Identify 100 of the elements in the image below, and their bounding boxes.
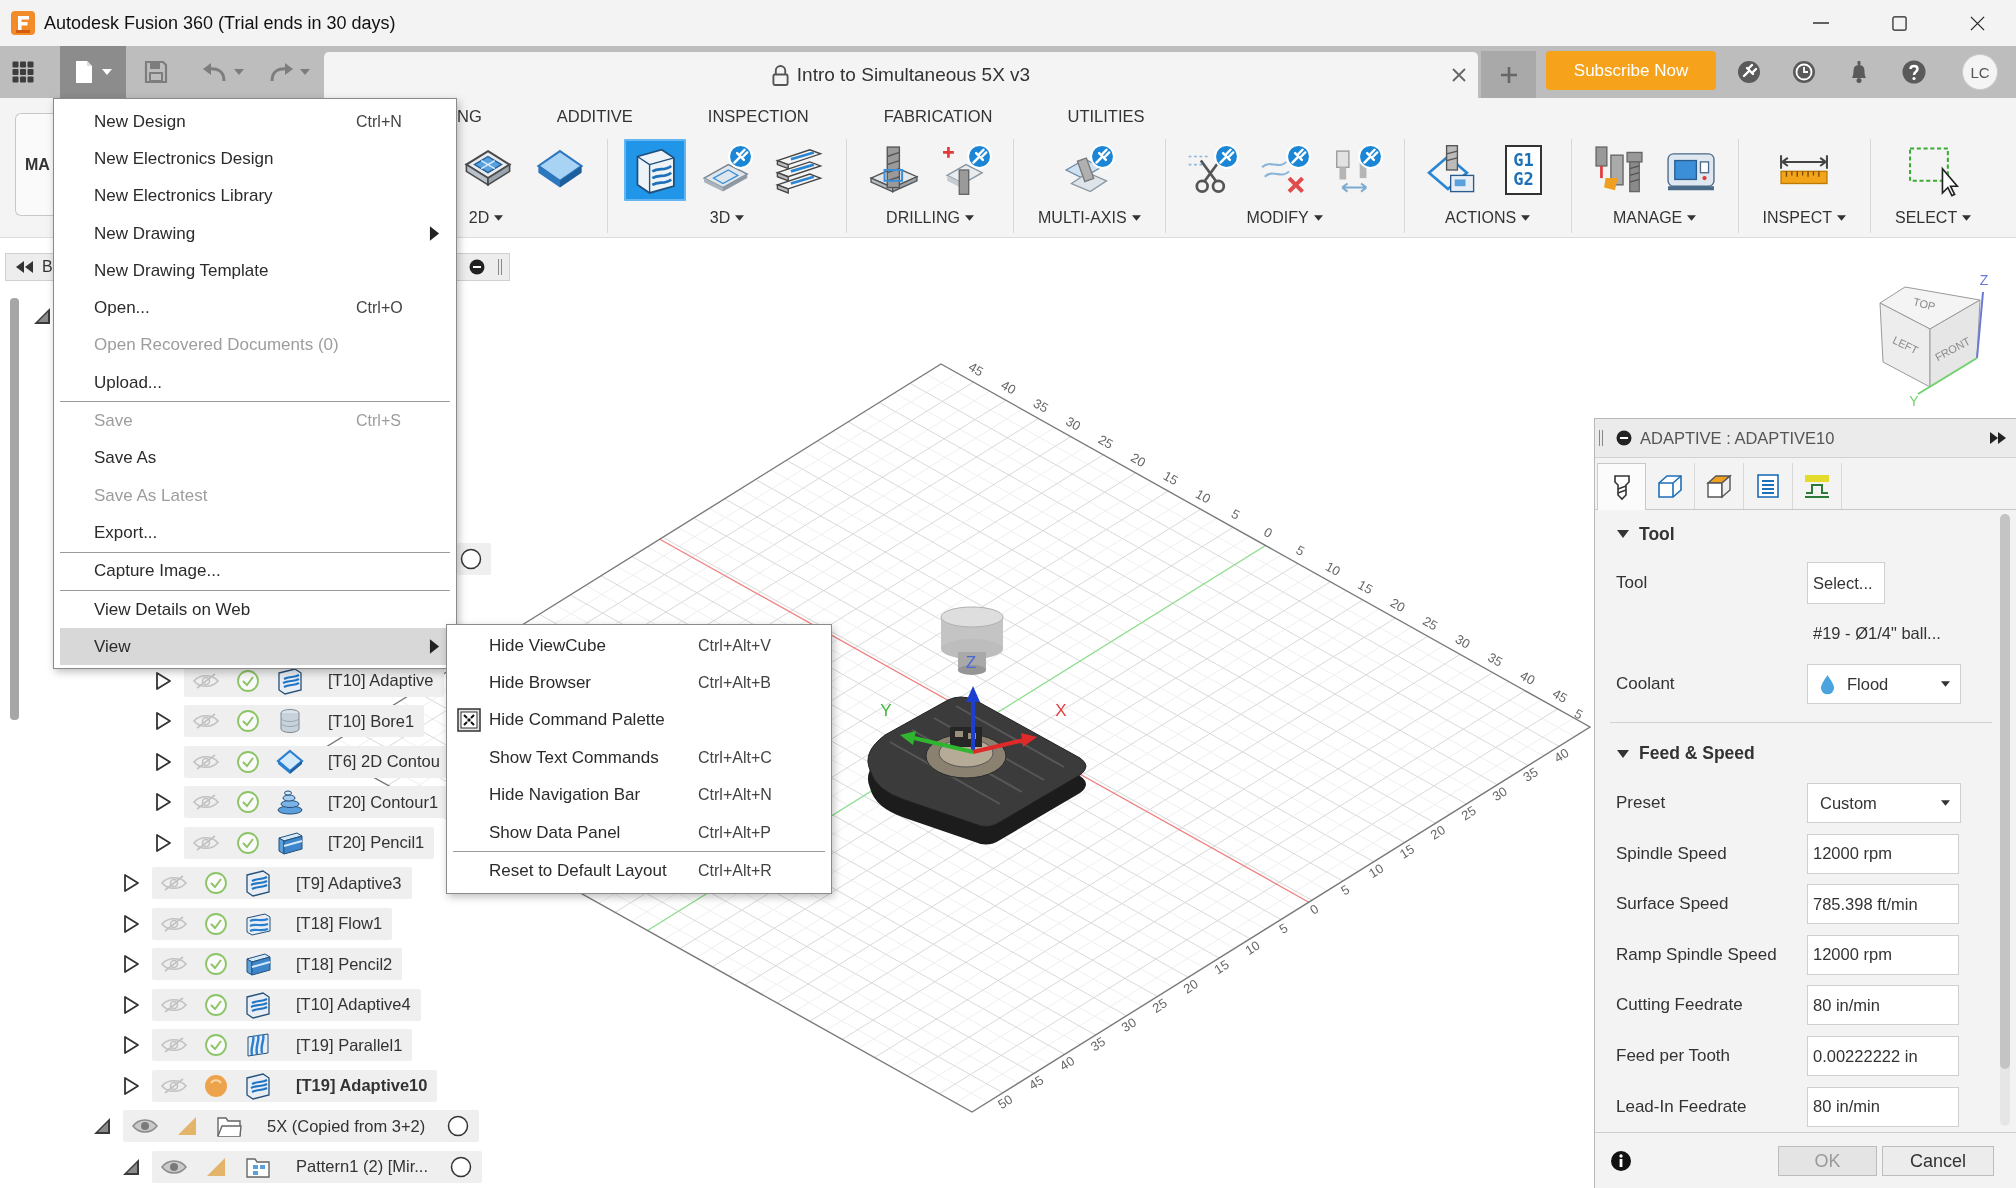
caret-icon bbox=[735, 215, 745, 221]
expanded-caret-icon[interactable] bbox=[1617, 748, 1629, 759]
input-field[interactable]: 785.398 ft/min bbox=[1807, 884, 1959, 925]
tree-row[interactable] bbox=[457, 543, 491, 576]
close-tab-button[interactable] bbox=[1450, 66, 1468, 84]
collapsed-triangle-icon[interactable] bbox=[121, 913, 141, 934]
grid-label: 5 bbox=[1338, 881, 1353, 899]
grip-icon[interactable] bbox=[1598, 429, 1604, 447]
group-dropdown[interactable]: 2D bbox=[460, 209, 512, 227]
group-dropdown[interactable]: ACTIONS bbox=[1437, 209, 1539, 227]
collapsed-triangle-icon[interactable] bbox=[121, 873, 141, 894]
info-icon[interactable] bbox=[1610, 1150, 1632, 1173]
scroll-bar[interactable] bbox=[2000, 514, 2010, 1069]
tree-row[interactable]: [T19] Adaptive10 bbox=[152, 1069, 438, 1102]
group-dropdown[interactable]: DRILLING bbox=[878, 209, 982, 227]
collapsed-triangle-icon[interactable] bbox=[153, 751, 173, 772]
dropdown[interactable]: Custom bbox=[1807, 783, 1961, 824]
dropdown[interactable]: Flood bbox=[1807, 664, 1961, 705]
menu-item[interactable]: New Electronics Design bbox=[60, 140, 450, 178]
group-dropdown[interactable]: MANAGE bbox=[1604, 209, 1705, 227]
file-button[interactable] bbox=[60, 46, 126, 98]
post-process-button[interactable]: G1 G2 bbox=[1492, 139, 1555, 201]
menu-item[interactable]: New Drawing bbox=[60, 214, 450, 253]
toolbar-tab[interactable]: UTILITIES bbox=[1067, 106, 1145, 126]
expanded-caret-icon[interactable] bbox=[1617, 529, 1629, 539]
view-cube[interactable] bbox=[1879, 286, 1984, 395]
menu-item[interactable]: Save As bbox=[60, 439, 450, 477]
tree-row[interactable]: [T19] Parallel1 bbox=[152, 1029, 413, 1062]
collapsed-triangle-icon[interactable] bbox=[153, 670, 173, 691]
group-dropdown[interactable]: MODIFY bbox=[1238, 209, 1331, 227]
tree-row[interactable]: Pattern1 (2) [Mir... bbox=[152, 1150, 483, 1183]
menu-item[interactable]: Upload... bbox=[60, 364, 450, 402]
minus-circle-icon[interactable] bbox=[1616, 430, 1632, 446]
collapsed-triangle-icon[interactable] bbox=[121, 994, 141, 1015]
double-right-arrow-icon[interactable] bbox=[1990, 432, 2006, 444]
toolbar-tab[interactable]: INSPECTION bbox=[707, 106, 809, 126]
avatar-button[interactable]: LC bbox=[1962, 54, 1998, 90]
collapsed-triangle-icon[interactable] bbox=[153, 792, 173, 813]
minus-circle-icon[interactable] bbox=[469, 259, 485, 275]
tree-label: [T18] Flow1 bbox=[296, 914, 383, 934]
menu-item[interactable]: Hide Command Palette bbox=[453, 701, 825, 740]
eye-icon[interactable] bbox=[160, 1157, 188, 1176]
toolbar-tab[interactable]: FABRICATION bbox=[883, 106, 993, 126]
menu-item[interactable]: Reset to Default Layout Ctrl+Alt+R bbox=[453, 852, 825, 890]
collapsed-triangle-icon[interactable] bbox=[121, 1035, 141, 1056]
grip-icon[interactable] bbox=[497, 258, 503, 276]
input-field[interactable]: 80 in/min bbox=[1807, 985, 1959, 1026]
group-dropdown[interactable]: SELECT bbox=[1886, 209, 1980, 227]
workspace-button[interactable]: MA bbox=[15, 113, 53, 216]
radio-circle-icon[interactable] bbox=[450, 1155, 473, 1178]
select-button[interactable]: Select... bbox=[1807, 562, 1885, 605]
toolbar-tab[interactable]: ADDITIVE bbox=[556, 106, 633, 126]
menu-item[interactable]: View Details on Web bbox=[60, 590, 450, 629]
tree-row[interactable]: [T18] Flow1 bbox=[152, 907, 393, 940]
radio-circle-icon[interactable] bbox=[447, 1115, 470, 1138]
group-dropdown[interactable]: MULTI-AXIS bbox=[1030, 209, 1149, 227]
collapsed-triangle-icon[interactable] bbox=[121, 1075, 141, 1096]
input-field[interactable]: 12000 rpm bbox=[1807, 833, 1959, 874]
menu-item[interactable]: Hide Browser Ctrl+Alt+B bbox=[453, 664, 825, 702]
toolbar-button[interactable] bbox=[624, 139, 686, 201]
collapsed-triangle-icon[interactable] bbox=[153, 832, 173, 853]
scroll-bar[interactable] bbox=[10, 298, 19, 720]
toolbar-tab[interactable]: NG bbox=[457, 106, 482, 126]
menu-item[interactable]: Hide Navigation Bar Ctrl+Alt+N bbox=[453, 776, 825, 814]
input-field[interactable]: 0.00222222 in bbox=[1807, 1036, 1959, 1077]
menu-label: New Electronics Library bbox=[94, 186, 274, 207]
menu-item[interactable]: New Electronics Library bbox=[60, 177, 450, 215]
undo-icon bbox=[201, 61, 228, 83]
tree-row[interactable]: [T10] Adaptive4 bbox=[152, 988, 421, 1021]
menu-item[interactable]: New Design Ctrl+N bbox=[60, 103, 450, 141]
group-dropdown[interactable]: INSPECT bbox=[1754, 209, 1854, 227]
panel-tab[interactable] bbox=[1597, 463, 1646, 510]
expanded-triangle-icon[interactable] bbox=[92, 1116, 112, 1137]
double-left-arrow-icon[interactable] bbox=[16, 261, 34, 273]
tree-row[interactable]: [T20] Pencil1 bbox=[184, 826, 435, 859]
collapsed-triangle-icon[interactable] bbox=[121, 954, 141, 975]
tree-row[interactable]: [T18] Pencil2 bbox=[152, 948, 403, 981]
collapsed-triangle-icon[interactable] bbox=[153, 711, 173, 732]
input-field[interactable]: 12000 rpm bbox=[1807, 934, 1959, 975]
menu-item[interactable]: Open... Ctrl+O bbox=[60, 289, 450, 327]
group-dropdown[interactable]: 3D bbox=[701, 209, 753, 227]
menu-item[interactable]: Export... bbox=[60, 514, 450, 552]
input-field[interactable]: 80 in/min bbox=[1807, 1086, 1959, 1127]
tree-row[interactable]: 5X (Copied from 3+2) bbox=[123, 1110, 480, 1143]
radio-circle-icon[interactable] bbox=[460, 548, 482, 571]
menu-item[interactable]: Hide ViewCube Ctrl+Alt+V bbox=[453, 627, 825, 665]
tree-label: [T10] Adaptive4 bbox=[296, 995, 411, 1015]
expanded-triangle-icon[interactable] bbox=[32, 306, 52, 327]
eye-icon[interactable] bbox=[131, 1117, 159, 1136]
tree-row[interactable]: [T9] Adaptive3 bbox=[152, 867, 412, 900]
grid-label: 30 bbox=[1489, 783, 1510, 804]
document-tab[interactable]: Intro to Simultaneous 5X v3 bbox=[324, 52, 1478, 98]
tree-row[interactable]: [T10] Bore1 bbox=[184, 705, 425, 738]
menu-item[interactable]: New Drawing Template bbox=[60, 252, 450, 290]
dialog-button[interactable]: Cancel bbox=[1882, 1146, 1994, 1177]
menu-item[interactable]: Capture Image... bbox=[60, 552, 450, 590]
caret-icon bbox=[102, 69, 112, 75]
tree-row[interactable]: [T20] Contour1 bbox=[184, 786, 449, 819]
menu-item[interactable]: Show Text Commands Ctrl+Alt+C bbox=[453, 739, 825, 777]
menu-item[interactable]: Show Data Panel Ctrl+Alt+P bbox=[453, 813, 825, 852]
